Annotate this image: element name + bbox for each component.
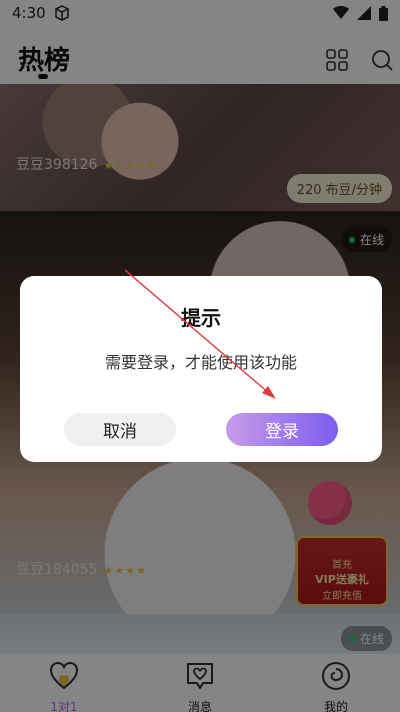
dialog-message: 需要登录，才能使用该功能	[104, 353, 297, 372]
login-required-dialog: 提示 需要登录，才能使用该功能 取消 登录	[20, 276, 382, 462]
login-button[interactable]: 登录	[226, 413, 338, 446]
dialog-title: 提示	[181, 306, 221, 330]
cancel-button[interactable]: 取消	[64, 413, 176, 446]
